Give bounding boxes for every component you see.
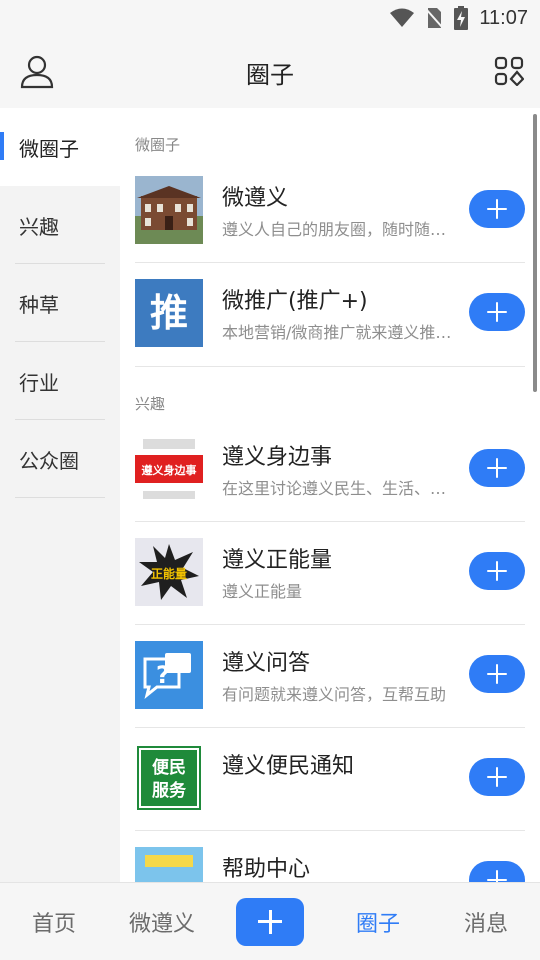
status-bar: 11:07 xyxy=(0,0,540,36)
sidebar-item-weiquanzi[interactable]: 微圈子 xyxy=(0,108,120,186)
circle-list[interactable]: 微圈子 微遵义 遵义人自己的朋友圈，随时随地分享生活 推 微推广(推广 xyxy=(120,108,540,882)
join-circle-button[interactable] xyxy=(469,758,525,796)
nav-home[interactable]: 首页 xyxy=(0,906,108,938)
circle-title: 遵义正能量 xyxy=(222,548,333,573)
circle-title: 微遵义 xyxy=(222,186,289,211)
join-circle-button[interactable] xyxy=(469,552,525,590)
circle-title: 遵义问答 xyxy=(222,651,311,676)
circle-description: 遵义人自己的朋友圈，随时随地分享生活 xyxy=(222,220,452,239)
sidebar-item-label: 兴趣 xyxy=(19,214,59,239)
circle-item-shenbianshi[interactable]: 遵义身边事 遵义身边事 在这里讨论遵义民生、生活、身边事 xyxy=(135,419,525,522)
circle-thumbnail: 推 xyxy=(135,279,203,347)
circle-description: 本地营销/微商推广就来遵义推广圈 xyxy=(222,323,452,342)
page-title: 圈子 xyxy=(246,60,294,89)
sidebar-item-label: 行业 xyxy=(19,370,59,395)
grid-apps-icon[interactable] xyxy=(494,56,524,86)
nav-weizunyi[interactable]: 微遵义 xyxy=(108,906,216,938)
sidebar-item-xingqu[interactable]: 兴趣 xyxy=(0,186,120,264)
circle-thumbnail xyxy=(135,847,203,882)
wifi-icon xyxy=(390,8,415,27)
user-icon[interactable] xyxy=(20,54,54,90)
circle-item-wenda[interactable]: ? 遵义问答 有问题就来遵义问答，互帮互助 xyxy=(135,625,525,728)
circle-title: 微推广(推广+) xyxy=(222,289,368,314)
section-title: 微圈子 xyxy=(135,136,181,154)
thumb-label: 便民 xyxy=(152,757,186,778)
app-header: 圈子 xyxy=(0,36,540,108)
circle-item-weizunyi[interactable]: 微遵义 遵义人自己的朋友圈，随时随地分享生活 xyxy=(135,160,525,263)
circle-description: 在这里讨论遵义民生、生活、身边事 xyxy=(222,479,452,498)
publish-plus-button[interactable] xyxy=(236,897,304,946)
circle-title: 遵义身边事 xyxy=(222,445,333,470)
join-circle-button[interactable] xyxy=(469,293,525,331)
sidebar-item-zhongcao[interactable]: 种草 xyxy=(0,264,120,342)
clock: 11:07 xyxy=(479,6,528,29)
join-circle-button[interactable] xyxy=(469,861,525,882)
section-title: 兴趣 xyxy=(135,395,166,413)
circle-title: 帮助中心 xyxy=(222,857,311,882)
circle-thumbnail xyxy=(135,176,203,244)
nav-center xyxy=(216,897,324,946)
sidebar-item-label: 公众圈 xyxy=(19,448,79,473)
circle-item-bangzhu[interactable]: 帮助中心 xyxy=(135,831,525,882)
circle-thumbnail: 正能量 xyxy=(135,538,203,606)
thumb-label: 遵义身边事 xyxy=(142,463,197,477)
circle-thumbnail: 便民 服务 xyxy=(135,744,203,812)
thumb-label: ? xyxy=(156,661,170,689)
sidebar-item-gongzhongquan[interactable]: 公众圈 xyxy=(0,420,120,498)
nav-quanzi[interactable]: 圈子 xyxy=(324,906,432,938)
thumb-label: 服务 xyxy=(152,780,187,801)
join-circle-button[interactable] xyxy=(469,449,525,487)
circle-item-zhengnengliang[interactable]: 正能量 遵义正能量 遵义正能量 xyxy=(135,522,525,625)
scrollbar[interactable] xyxy=(533,114,537,392)
bottom-nav: 首页 微遵义 圈子 消息 xyxy=(0,882,540,960)
sidebar-item-label: 微圈子 xyxy=(19,136,79,161)
join-circle-button[interactable] xyxy=(469,190,525,228)
join-circle-button[interactable] xyxy=(469,655,525,693)
thumb-label: 推 xyxy=(150,291,188,335)
category-sidebar: 微圈子 兴趣 种草 行业 公众圈 xyxy=(0,108,120,882)
sidebar-item-hangye[interactable]: 行业 xyxy=(0,342,120,420)
no-sim-icon xyxy=(425,8,444,28)
thumb-label: 正能量 xyxy=(151,566,187,581)
circle-description: 遵义正能量 xyxy=(222,582,303,601)
nav-messages[interactable]: 消息 xyxy=(432,906,540,938)
circle-item-weituiguang[interactable]: 推 微推广(推广+) 本地营销/微商推广就来遵义推广圈 xyxy=(135,263,525,366)
circle-thumbnail: ? xyxy=(135,641,203,709)
circle-description: 有问题就来遵义问答，互帮互助 xyxy=(222,685,447,704)
circle-thumbnail: 遵义身边事 xyxy=(135,435,203,503)
circle-item-bianmin[interactable]: 便民 服务 遵义便民通知 xyxy=(135,728,525,831)
battery-charging-icon xyxy=(454,6,469,30)
circle-title: 遵义便民通知 xyxy=(222,754,355,779)
sidebar-item-label: 种草 xyxy=(19,292,59,317)
